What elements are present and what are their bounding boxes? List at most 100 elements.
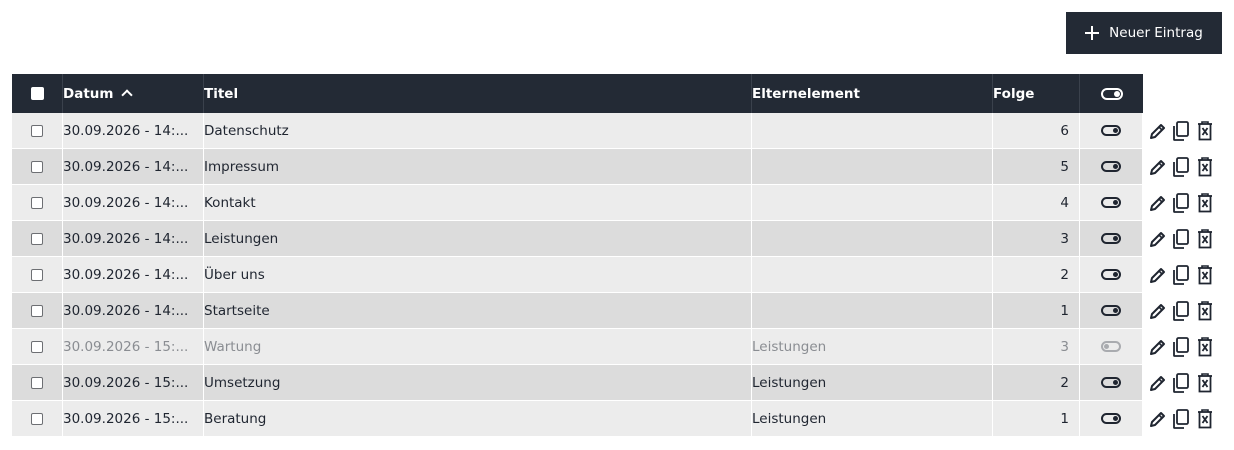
row-actions (1143, 329, 1212, 365)
copy-icon[interactable] (1171, 156, 1191, 178)
trash-icon[interactable] (1195, 228, 1212, 250)
row-parent (752, 293, 993, 329)
status-toggle[interactable] (1101, 341, 1121, 352)
row-status-cell (1080, 113, 1143, 149)
row-parent (752, 113, 993, 149)
status-toggle[interactable] (1101, 305, 1121, 316)
row-status-cell (1080, 185, 1143, 221)
row-status-cell (1080, 365, 1143, 401)
table-row: 30.09.2026 - 15:... Wartung Leistungen 3 (12, 329, 1212, 365)
row-select-cell (12, 365, 63, 401)
column-header-title-label: Titel (204, 85, 239, 102)
row-actions (1143, 221, 1212, 257)
trash-icon[interactable] (1195, 264, 1212, 286)
row-title: Datenschutz (204, 113, 752, 149)
status-toggle[interactable] (1101, 413, 1121, 424)
row-date: 30.09.2026 - 14:... (63, 149, 204, 185)
column-header-parent[interactable]: Elternelement (752, 74, 993, 113)
trash-icon[interactable] (1195, 300, 1212, 322)
row-checkbox[interactable] (31, 124, 43, 137)
table-row: 30.09.2026 - 14:... Impressum 5 (12, 149, 1212, 185)
status-toggle[interactable] (1101, 197, 1121, 208)
table-row: 30.09.2026 - 14:... Leistungen 3 (12, 221, 1212, 257)
trash-icon[interactable] (1195, 120, 1212, 142)
trash-icon[interactable] (1195, 156, 1212, 178)
plus-icon (1085, 26, 1100, 40)
row-checkbox[interactable] (31, 232, 43, 245)
copy-icon[interactable] (1171, 228, 1191, 250)
table-row: 30.09.2026 - 14:... Über uns 2 (12, 257, 1212, 293)
page: Neuer Eintrag Datum Titel Elternelement … (0, 0, 1234, 450)
status-toggle[interactable] (1101, 377, 1121, 388)
status-toggle[interactable] (1101, 233, 1121, 244)
pencil-icon[interactable] (1147, 192, 1167, 214)
copy-icon[interactable] (1171, 120, 1191, 142)
row-select-cell (12, 221, 63, 257)
row-checkbox[interactable] (31, 412, 43, 425)
table-row: 30.09.2026 - 15:... Umsetzung Leistungen… (12, 365, 1212, 401)
entries-table: Datum Titel Elternelement Folge 30.09.20… (12, 74, 1212, 437)
row-date: 30.09.2026 - 15:... (63, 365, 204, 401)
row-order: 5 (993, 149, 1080, 185)
select-all-checkbox[interactable] (30, 87, 44, 100)
column-header-status[interactable] (1080, 74, 1143, 113)
trash-icon[interactable] (1195, 372, 1212, 394)
row-checkbox[interactable] (31, 160, 43, 173)
table-row: 30.09.2026 - 14:... Startseite 1 (12, 293, 1212, 329)
pencil-icon[interactable] (1147, 336, 1167, 358)
copy-icon[interactable] (1171, 408, 1191, 430)
row-select-cell (12, 113, 63, 149)
status-toggle[interactable] (1101, 269, 1121, 280)
row-date: 30.09.2026 - 14:... (63, 113, 204, 149)
row-order: 4 (993, 185, 1080, 221)
pencil-icon[interactable] (1147, 120, 1167, 142)
row-order: 3 (993, 221, 1080, 257)
copy-icon[interactable] (1171, 192, 1191, 214)
pencil-icon[interactable] (1147, 300, 1167, 322)
row-status-cell (1080, 293, 1143, 329)
pencil-icon[interactable] (1147, 156, 1167, 178)
column-header-date-label: Datum (63, 85, 114, 102)
pencil-icon[interactable] (1147, 264, 1167, 286)
row-date: 30.09.2026 - 15:... (63, 329, 204, 365)
row-actions (1143, 257, 1212, 293)
row-date: 30.09.2026 - 14:... (63, 257, 204, 293)
column-header-title[interactable]: Titel (204, 74, 752, 113)
row-checkbox[interactable] (31, 376, 43, 389)
row-status-cell (1080, 257, 1143, 293)
pencil-icon[interactable] (1147, 372, 1167, 394)
column-header-parent-label: Elternelement (752, 85, 860, 102)
trash-icon[interactable] (1195, 192, 1212, 214)
pencil-icon[interactable] (1147, 408, 1167, 430)
row-actions (1143, 293, 1212, 329)
copy-icon[interactable] (1171, 372, 1191, 394)
table-row: 30.09.2026 - 15:... Beratung Leistungen … (12, 401, 1212, 437)
trash-icon[interactable] (1195, 336, 1212, 358)
row-select-cell (12, 149, 63, 185)
row-checkbox[interactable] (31, 340, 43, 353)
row-select-cell (12, 329, 63, 365)
row-order: 2 (993, 365, 1080, 401)
copy-icon[interactable] (1171, 264, 1191, 286)
row-parent (752, 221, 993, 257)
trash-icon[interactable] (1195, 408, 1212, 430)
new-entry-button[interactable]: Neuer Eintrag (1066, 12, 1222, 54)
row-checkbox[interactable] (31, 268, 43, 281)
column-header-date[interactable]: Datum (63, 74, 204, 113)
row-checkbox[interactable] (31, 304, 43, 317)
row-actions (1143, 113, 1212, 149)
row-select-cell (12, 257, 63, 293)
column-header-order[interactable]: Folge (993, 74, 1080, 113)
status-toggle[interactable] (1101, 161, 1121, 172)
table-row: 30.09.2026 - 14:... Datenschutz 6 (12, 113, 1212, 149)
row-title: Kontakt (204, 185, 752, 221)
row-order: 1 (993, 293, 1080, 329)
row-checkbox[interactable] (31, 196, 43, 209)
row-select-cell (12, 401, 63, 437)
row-title: Leistungen (204, 221, 752, 257)
pencil-icon[interactable] (1147, 228, 1167, 250)
copy-icon[interactable] (1171, 336, 1191, 358)
status-toggle[interactable] (1101, 125, 1121, 136)
copy-icon[interactable] (1171, 300, 1191, 322)
row-actions (1143, 401, 1212, 437)
